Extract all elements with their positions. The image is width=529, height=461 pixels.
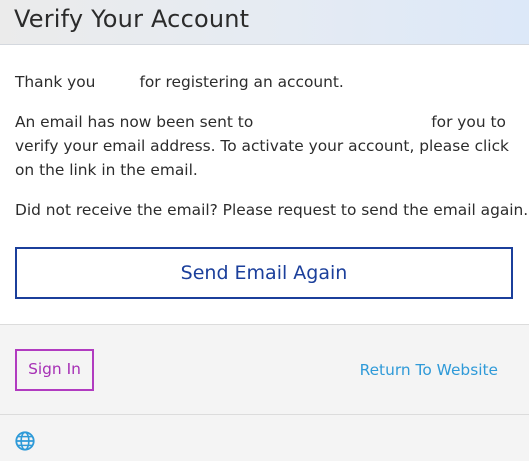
- email-sent-prefix: An email has now been sent to: [15, 113, 254, 131]
- thank-you-prefix: Thank you: [15, 73, 96, 91]
- sign-in-link[interactable]: Sign In: [15, 349, 94, 391]
- thank-you-text: Thank you for registering an account.: [15, 70, 344, 94]
- return-to-website-link[interactable]: Return To Website: [360, 359, 498, 381]
- send-email-again-button[interactable]: Send Email Again: [15, 247, 513, 299]
- footer-actions: Sign In Return To Website: [0, 324, 529, 414]
- globe-icon[interactable]: [14, 430, 36, 452]
- page-title: Verify Your Account: [14, 5, 250, 33]
- verify-account-page: Verify Your Account Thank you for registe…: [0, 0, 529, 461]
- thank-you-suffix: for registering an account.: [139, 73, 344, 91]
- language-bar: [0, 414, 529, 461]
- email-sent-text: An email has now been sent to for you to …: [15, 110, 515, 182]
- page-header: Verify Your Account: [0, 0, 529, 45]
- main-content: Thank you for registering an account. An …: [0, 46, 529, 324]
- resend-prompt-text: Did not receive the email? Please reques…: [15, 201, 529, 219]
